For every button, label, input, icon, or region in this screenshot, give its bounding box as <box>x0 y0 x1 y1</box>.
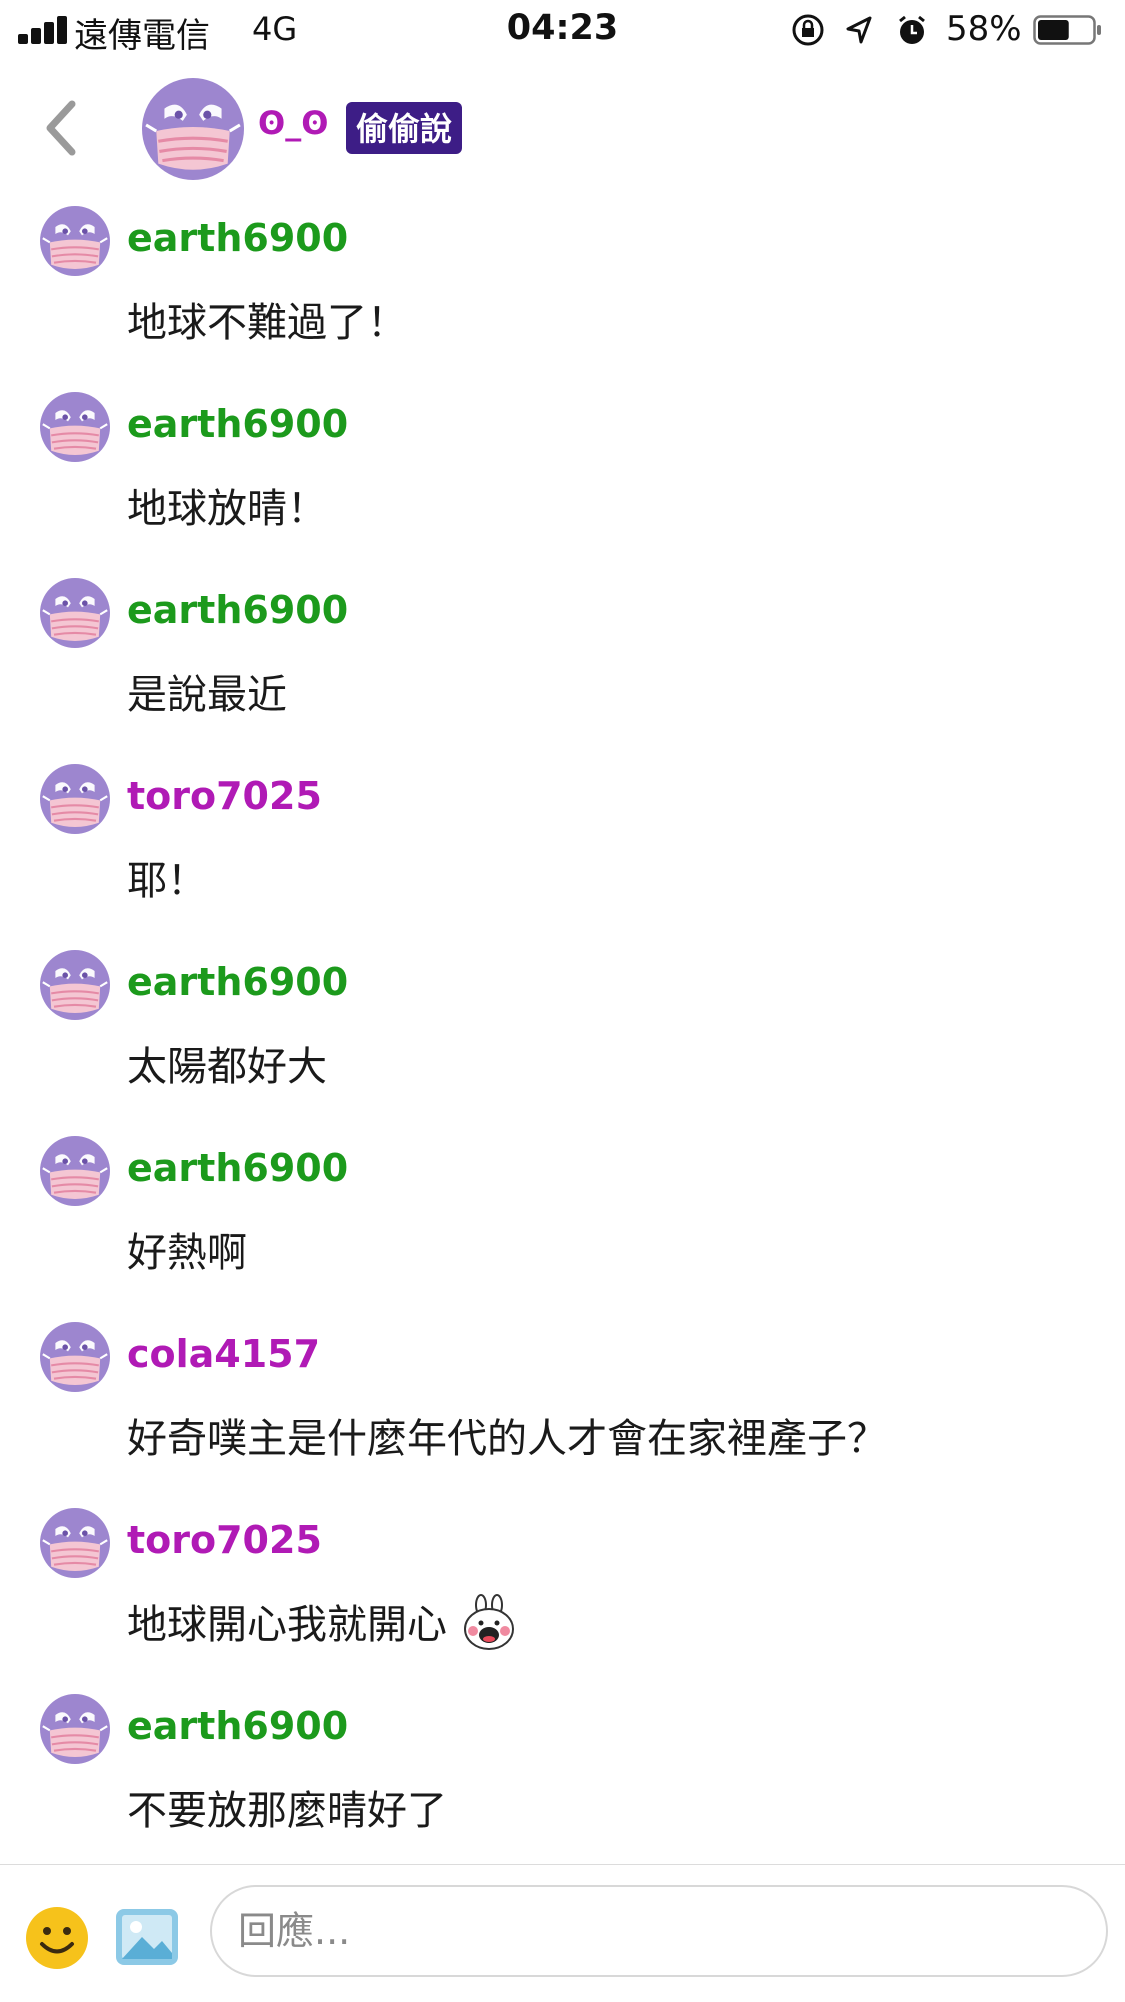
message-text: 好奇噗主是什麼年代的人才會在家裡產子？ <box>127 1416 887 1462</box>
rabbit-sticker-icon <box>464 1594 514 1650</box>
user-avatar[interactable] <box>40 1322 110 1392</box>
user-avatar[interactable] <box>40 206 110 276</box>
message-text: 好熱啊 <box>127 1230 247 1276</box>
message-item: toro7025 地球開心我就開心 <box>0 1496 1125 1682</box>
status-bar: 遠傳電信 4G 04:23 58% <box>0 0 1125 62</box>
user-avatar[interactable] <box>40 764 110 834</box>
user-avatar[interactable] <box>40 392 110 462</box>
message-text: 太陽都好大 <box>127 1044 327 1090</box>
emoji-icon[interactable] <box>24 1905 90 1971</box>
message-text: 地球開心我就開心 <box>127 1592 519 1657</box>
message-username[interactable]: earth6900 <box>127 1704 348 1748</box>
message-username[interactable]: toro7025 <box>127 1518 322 1562</box>
user-avatar[interactable] <box>40 578 110 648</box>
message-username[interactable]: earth6900 <box>127 216 348 260</box>
message-item: earth6900 地球放晴！ <box>0 380 1125 566</box>
message-item: earth6900 不要放那麼晴好了 <box>0 1682 1125 1868</box>
user-avatar[interactable] <box>40 1694 110 1764</box>
message-text: 耶！ <box>127 858 207 904</box>
user-avatar[interactable] <box>40 1136 110 1206</box>
user-avatar[interactable] <box>40 1508 110 1578</box>
message-text: 地球不難過了！ <box>127 300 407 346</box>
message-username[interactable]: earth6900 <box>127 960 348 1004</box>
message-list: earth6900 地球不難過了！ earth6900 地球放晴！ earth6… <box>0 194 1125 1868</box>
message-item: earth6900 太陽都好大 <box>0 938 1125 1124</box>
message-item: cola4157 好奇噗主是什麼年代的人才會在家裡產子？ <box>0 1310 1125 1496</box>
message-username[interactable]: cola4157 <box>127 1332 320 1376</box>
reply-input[interactable] <box>210 1885 1108 1977</box>
chat-header: ʘ_ʘ 偷偷說 <box>0 62 1125 194</box>
message-item: earth6900 好熱啊 <box>0 1124 1125 1310</box>
battery-percent: 58% <box>946 9 1022 49</box>
battery-icon <box>1033 15 1101 45</box>
message-username[interactable]: toro7025 <box>127 774 322 818</box>
reply-bar <box>0 1864 1125 2002</box>
message-username[interactable]: earth6900 <box>127 402 348 446</box>
orientation-lock-icon <box>792 14 824 46</box>
room-avatar <box>142 78 244 180</box>
chevron-left-icon[interactable] <box>40 96 84 160</box>
message-text: 是說最近 <box>127 672 287 718</box>
message-username[interactable]: earth6900 <box>127 588 348 632</box>
message-item: earth6900 是說最近 <box>0 566 1125 752</box>
message-username[interactable]: earth6900 <box>127 1146 348 1190</box>
image-upload-icon[interactable] <box>114 1907 180 1967</box>
message-text: 不要放那麼晴好了 <box>127 1788 447 1834</box>
user-avatar[interactable] <box>40 950 110 1020</box>
alarm-icon <box>899 15 925 44</box>
location-icon <box>846 16 872 44</box>
message-text: 地球放晴！ <box>127 486 327 532</box>
room-name: ʘ_ʘ <box>258 104 329 142</box>
room-badge: 偷偷說 <box>346 102 463 154</box>
message-item: toro7025 耶！ <box>0 752 1125 938</box>
message-item: earth6900 地球不難過了！ <box>0 194 1125 380</box>
status-icons <box>792 14 925 46</box>
